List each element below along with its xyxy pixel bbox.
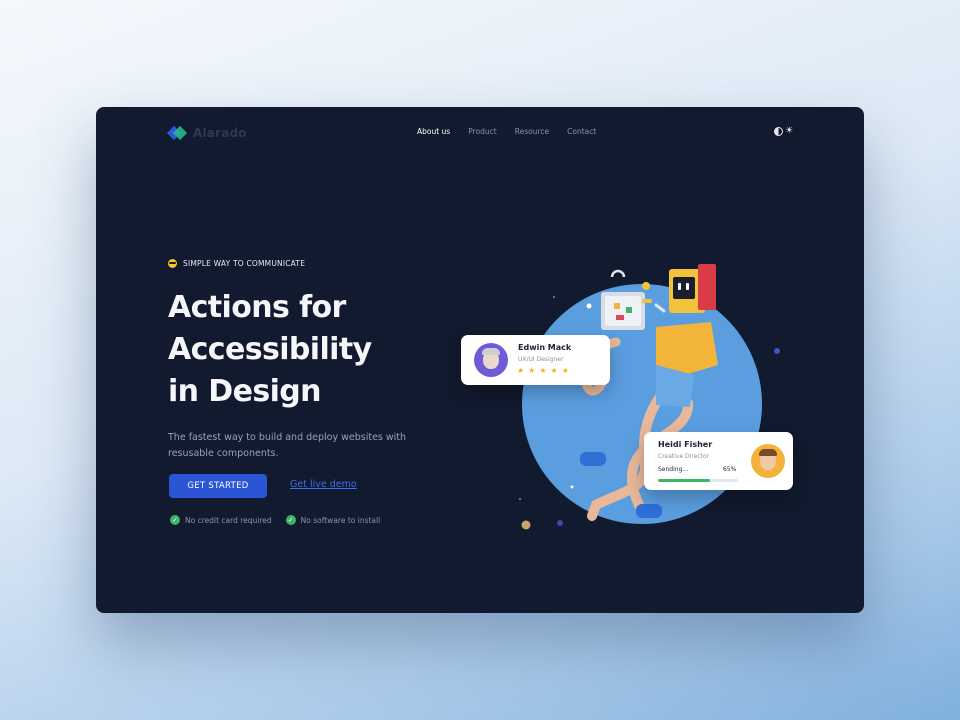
decor-dot [586,303,592,309]
nav-item-resource[interactable]: Resource [515,127,549,136]
main-nav: About us Product Resource Contact [417,127,596,136]
floating-card [642,299,652,303]
progress-fill [658,479,710,482]
feature-check-item: ✓ No software to install [285,515,381,525]
character-shoe [580,452,606,466]
avatar [474,343,508,377]
feature-checks: ✓ No credit card required ✓ No software … [170,515,380,525]
character-laptop [601,292,645,330]
brand-name: Alarado [193,126,247,140]
character-shirt [656,322,718,377]
live-demo-link[interactable]: Get live demo [290,479,357,490]
character-shoe [636,504,662,518]
nav-item-about-us[interactable]: About us [417,127,450,136]
sunglasses-emoji-icon [168,259,177,268]
laptop-sticker [626,307,632,313]
floating-headphones [610,269,626,278]
nav-item-contact[interactable]: Contact [567,127,596,136]
decor-dot [521,520,531,530]
profile-name: Edwin Mack [518,343,572,352]
star-icon: ★ [561,366,569,375]
feature-check-label: No software to install [300,515,381,525]
character-laptop-screen [605,296,641,326]
upload-percent: 65% [723,466,737,473]
tagline-text: SIMPLE WAY TO COMMUNICATE [183,259,306,268]
star-icon: ★ [528,366,536,375]
nav-item-product[interactable]: Product [468,127,496,136]
feature-check-item: ✓ No credit card required [170,515,272,525]
star-icon: ★ [550,366,558,375]
progress-track [658,479,738,482]
check-circle-icon: ✓ [170,515,180,525]
hero-subtext: The fastest way to build and deploy webs… [168,432,407,459]
star-icon: ★ [539,366,547,375]
decor-dot [557,520,563,526]
headline-line: Accessibility [168,332,372,367]
profile-card-heidi: Heidi Fisher Creative Director Sending..… [644,432,793,490]
logo-diamond-icon [166,125,188,141]
profile-name: Heidi Fisher [658,440,713,449]
character-eye [686,283,689,290]
character-eye [678,283,681,290]
brand-logo[interactable]: Alarado [166,125,247,141]
profile-card-edwin: Edwin Mack UX/UI Designer ★ ★ ★ ★ ★ [461,335,610,385]
floating-phone [654,303,666,313]
headline-line: in Design [168,374,322,409]
character-shorts [656,365,694,407]
star-icon: ★ [517,366,525,375]
browser-frame: Alarado About us Product Resource Contac… [96,107,864,613]
sun-icon: ☀ [785,126,794,136]
theme-toggle[interactable]: ☀ [774,126,796,137]
get-started-button[interactable]: GET STARTED [169,474,267,498]
laptop-sticker [616,315,624,320]
laptop-sticker [614,303,620,309]
profile-role: UX/UI Designer [518,356,564,363]
decor-dot [553,296,555,298]
check-circle-icon: ✓ [285,515,296,525]
star-rating: ★ ★ ★ ★ ★ [517,366,569,375]
character-head-side [698,264,716,310]
profile-role: Creative Director [658,453,710,460]
floating-emoji [642,282,651,290]
avatar [751,444,785,478]
character-head [669,269,705,313]
decor-dot [519,498,521,500]
character-head-screen [673,277,695,299]
moon-icon [774,127,783,136]
decor-dot [774,348,780,354]
hero-headline: Actions for Accessibility in Design [168,287,428,413]
headline-line: Actions for [168,290,346,325]
feature-check-label: No credit card required [185,515,272,525]
hero-tagline: SIMPLE WAY TO COMMUNICATE [168,259,305,268]
upload-status: Sending... [658,466,689,473]
decor-dot [570,485,574,489]
